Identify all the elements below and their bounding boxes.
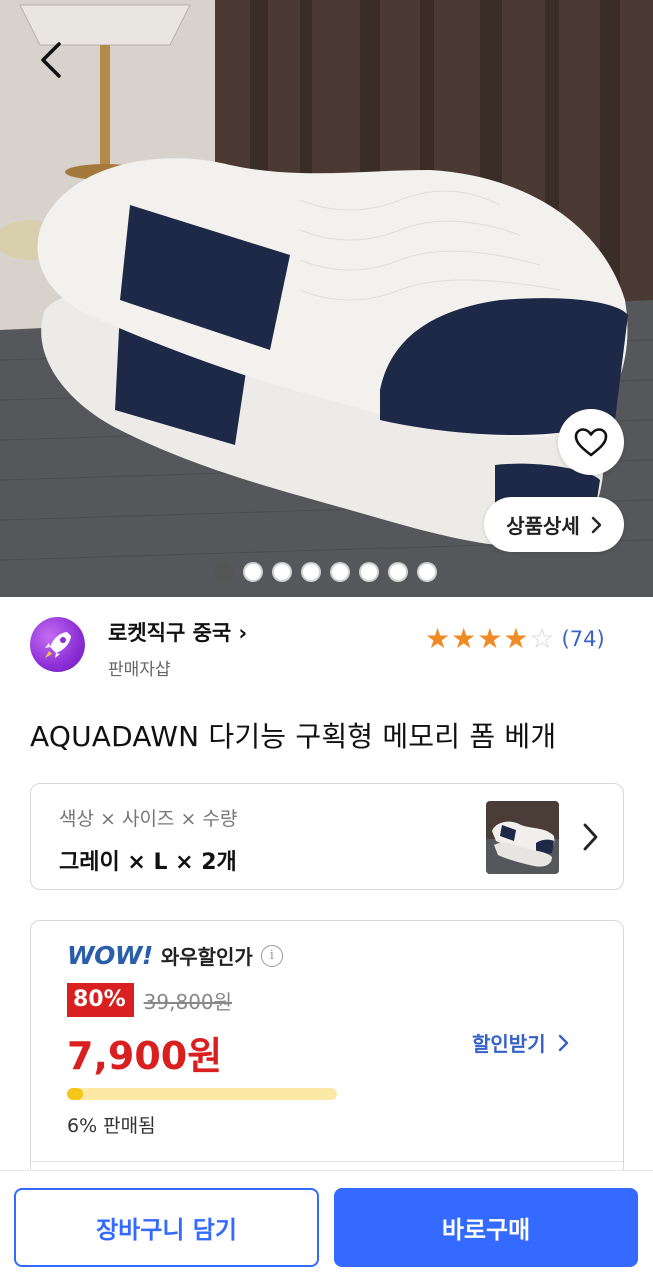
back-button[interactable] xyxy=(22,32,78,88)
sold-progress-bar xyxy=(67,1088,337,1100)
rating-count[interactable]: (74) xyxy=(562,627,605,651)
wow-logo: WOW! xyxy=(67,941,153,970)
wow-discount-label: 와우할인가 xyxy=(160,945,253,969)
rocket-icon xyxy=(44,631,71,658)
discount-row: 80% 39,800원 xyxy=(67,983,232,1017)
original-price: 39,800원 xyxy=(143,989,233,1014)
seller-subtitle: 판매자샵 xyxy=(108,660,171,680)
chevron-right-icon: › xyxy=(231,621,248,645)
star-icon: ★ xyxy=(477,622,503,655)
heart-icon xyxy=(574,428,608,457)
carousel-dot[interactable] xyxy=(388,562,408,582)
back-arrow-icon xyxy=(41,42,61,78)
price-panel: WOW! 와우할인가 i 80% 39,800원 7,900원 할인받기 6% … xyxy=(30,920,624,1200)
option-value: 그레이 × L × 2개 xyxy=(59,850,237,875)
sold-progress-fill xyxy=(67,1088,84,1100)
get-discount-link[interactable]: 할인받기 xyxy=(472,1028,569,1057)
add-to-cart-button[interactable]: 장바구니 담기 xyxy=(14,1188,319,1267)
seller-name: 로켓직구 중국 xyxy=(108,621,232,645)
product-detail-label: 상품상세 xyxy=(506,514,580,538)
star-icon: ★ xyxy=(451,622,477,655)
product-image-carousel[interactable]: 상품상세 xyxy=(0,0,653,597)
carousel-indicator xyxy=(214,562,437,582)
option-label: 색상 × 사이즈 × 수량 xyxy=(59,808,238,830)
seller-name-link[interactable]: 로켓직구 중국 › xyxy=(108,617,247,647)
info-icon[interactable]: i xyxy=(260,944,283,967)
get-discount-label: 할인받기 xyxy=(472,1032,546,1056)
option-thumbnail xyxy=(486,801,559,874)
carousel-dot[interactable] xyxy=(243,562,263,582)
chevron-right-icon xyxy=(558,1034,568,1051)
rating-summary[interactable]: ★ ★ ★ ★ ☆ (74) xyxy=(425,624,605,654)
carousel-dot[interactable] xyxy=(301,562,321,582)
star-icon: ★ xyxy=(425,622,451,655)
carousel-dot[interactable] xyxy=(214,562,234,582)
bottom-action-bar: 장바구니 담기 바로구매 xyxy=(0,1170,653,1280)
product-detail-button[interactable]: 상품상세 xyxy=(484,497,624,552)
carousel-dot[interactable] xyxy=(330,562,350,582)
chevron-right-icon xyxy=(583,823,598,851)
carousel-dot[interactable] xyxy=(272,562,292,582)
rating-stars: ★ ★ ★ ★ ☆ xyxy=(425,624,555,654)
carousel-dot[interactable] xyxy=(359,562,379,582)
sold-percentage-text: 6% 판매됨 xyxy=(67,1115,156,1137)
seller-logo[interactable] xyxy=(30,617,85,672)
star-icon: ☆ xyxy=(529,622,555,655)
discount-badge: 80% xyxy=(67,983,134,1017)
carousel-dot[interactable] xyxy=(417,562,437,582)
option-selector[interactable]: 색상 × 사이즈 × 수량 그레이 × L × 2개 xyxy=(30,783,624,890)
divider xyxy=(31,1161,623,1162)
sale-price: 7,900원 xyxy=(67,1034,223,1078)
wow-discount-row: WOW! 와우할인가 i xyxy=(67,941,283,970)
star-icon: ★ xyxy=(503,622,529,655)
chevron-right-icon xyxy=(591,516,601,533)
product-title: AQUADAWN 다기능 구획형 메모리 폼 베개 xyxy=(30,720,557,753)
wishlist-button[interactable] xyxy=(558,409,624,475)
buy-now-button[interactable]: 바로구매 xyxy=(334,1188,638,1267)
